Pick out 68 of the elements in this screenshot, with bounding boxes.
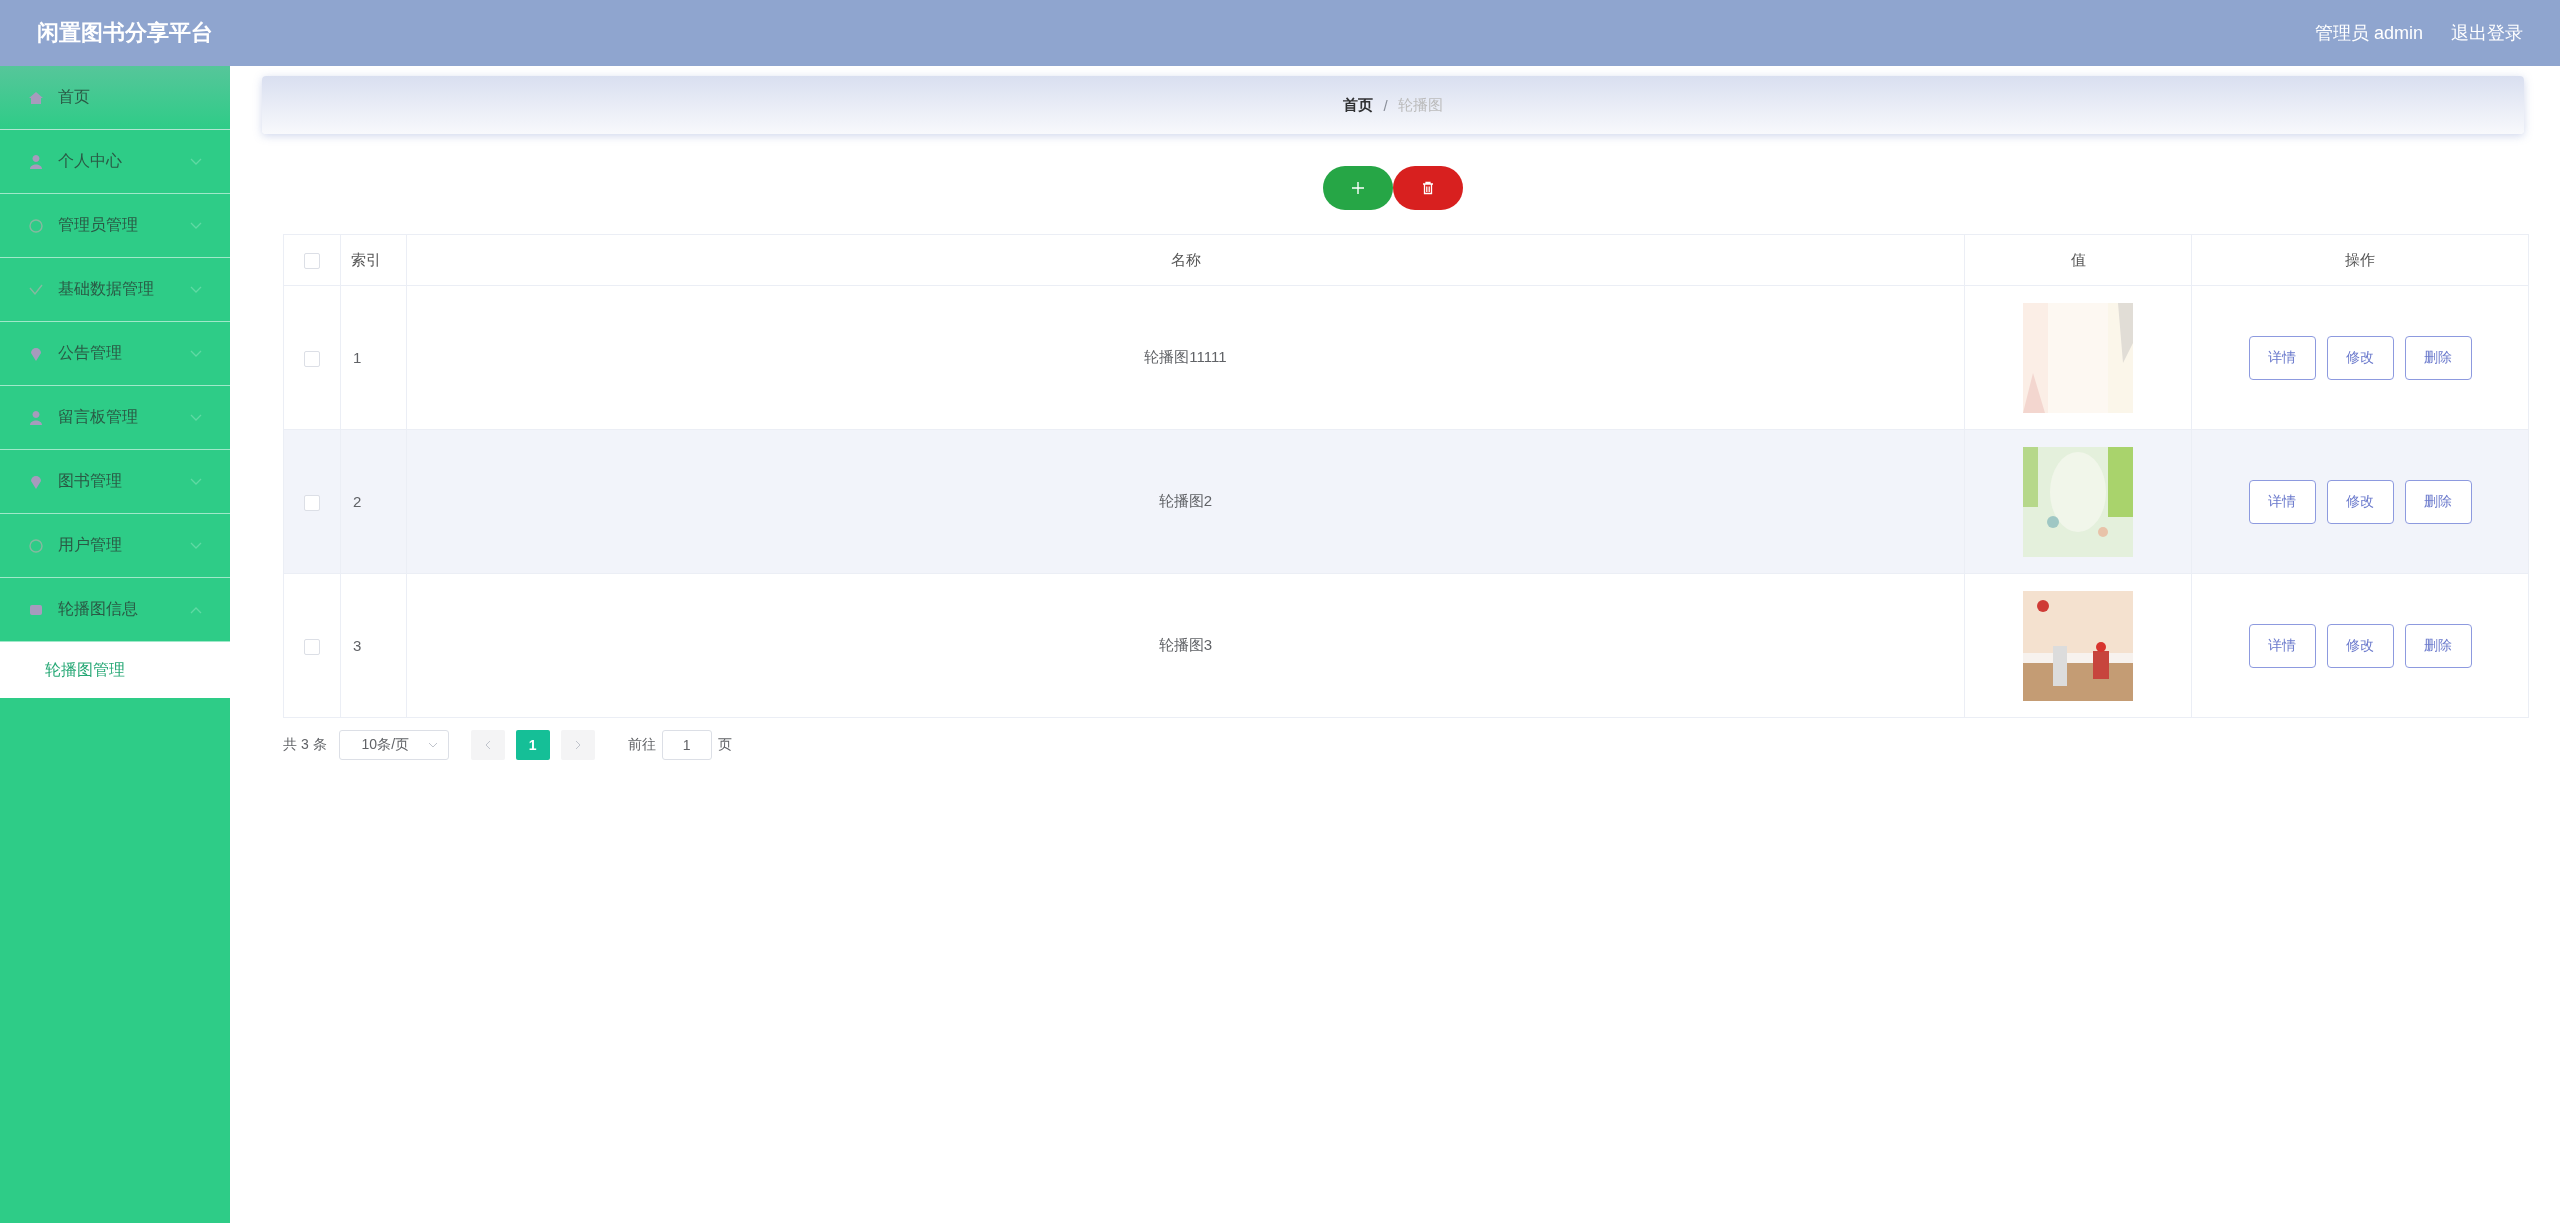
menu-item[interactable]: 首页 xyxy=(0,66,230,130)
table-cell: 1 xyxy=(340,285,407,430)
table-cell: 轮播图11111 xyxy=(406,285,1965,430)
column-header: 名称 xyxy=(406,234,1965,286)
chevron-icon xyxy=(190,221,202,230)
page-input[interactable]: 1 xyxy=(661,730,712,760)
person-icon xyxy=(28,409,44,426)
chevron-icon xyxy=(190,413,202,422)
chevron-icon xyxy=(190,285,202,294)
chevron-icon xyxy=(190,157,202,166)
menu-item[interactable]: 基础数据管理 xyxy=(0,258,230,322)
page-size-select[interactable]: 10条/页 xyxy=(338,730,449,760)
chevron-icon xyxy=(190,605,202,614)
circle-icon xyxy=(28,217,44,234)
next-page-button[interactable] xyxy=(560,730,595,760)
row-action-button[interactable]: 修改 xyxy=(2326,479,2394,524)
home-icon xyxy=(28,89,44,106)
chevron-right-icon xyxy=(574,740,581,750)
logout-link[interactable]: 退出登录 xyxy=(2451,21,2523,45)
column-header: 值 xyxy=(1964,234,2192,286)
column-header: 操作 xyxy=(2191,234,2529,286)
goto-label: 前往 xyxy=(627,736,656,754)
total-count: 共 3 条 xyxy=(283,736,327,754)
row-action-button[interactable]: 删除 xyxy=(2404,623,2472,668)
menu-item[interactable]: 个人中心 xyxy=(0,130,230,194)
table-cell: 轮播图2 xyxy=(406,429,1965,574)
row-checkbox[interactable] xyxy=(304,350,320,367)
breadcrumb-separator: / xyxy=(1383,96,1388,114)
row-action-button[interactable]: 删除 xyxy=(2404,335,2472,380)
pin-icon xyxy=(28,345,44,362)
breadcrumb-item: 轮播图 xyxy=(1397,95,1443,115)
dropdown-icon xyxy=(427,742,438,748)
chevron-left-icon xyxy=(484,740,491,750)
delete-button[interactable] xyxy=(1393,166,1463,210)
chevron-icon xyxy=(190,541,202,550)
row-action-button[interactable]: 详情 xyxy=(2248,479,2316,524)
row-action-button[interactable]: 修改 xyxy=(2326,623,2394,668)
app-title: 闲置图书分享平台 xyxy=(37,19,213,47)
trash-icon xyxy=(1421,181,1435,195)
chevron-icon xyxy=(190,349,202,358)
table-cell: 2 xyxy=(340,429,407,574)
person-icon xyxy=(28,153,44,170)
plus-icon xyxy=(1351,181,1365,195)
row-action-button[interactable]: 修改 xyxy=(2326,335,2394,380)
select-all-checkbox[interactable] xyxy=(304,253,320,269)
breadcrumb-item[interactable]: 首页 xyxy=(1343,95,1374,115)
menu-item[interactable]: 公告管理 xyxy=(0,322,230,386)
row-checkbox[interactable] xyxy=(304,494,320,511)
chevron-icon xyxy=(190,477,202,486)
previous-page-button[interactable] xyxy=(470,730,505,760)
column-header: 索引 xyxy=(340,234,407,286)
menu-item[interactable]: 图书管理 xyxy=(0,450,230,514)
menu-item[interactable]: 留言板管理 xyxy=(0,386,230,450)
add-button[interactable] xyxy=(1323,166,1393,210)
row-checkbox[interactable] xyxy=(304,638,320,655)
table-cell: 3 xyxy=(340,573,407,718)
pin-icon xyxy=(28,473,44,490)
submenu-item[interactable]: 轮播图管理 xyxy=(0,642,230,698)
circle-icon xyxy=(28,537,44,554)
menu-item[interactable]: 管理员管理 xyxy=(0,194,230,258)
row-action-button[interactable]: 详情 xyxy=(2248,623,2316,668)
page-button[interactable]: 1 xyxy=(515,730,550,760)
row-action-button[interactable]: 详情 xyxy=(2248,335,2316,380)
page-unit-label: 页 xyxy=(717,736,732,754)
menu-item[interactable]: 用户管理 xyxy=(0,514,230,578)
table-cell: 轮播图3 xyxy=(406,573,1965,718)
row-action-button[interactable]: 删除 xyxy=(2404,479,2472,524)
user-label: 管理员 admin xyxy=(2314,22,2423,45)
